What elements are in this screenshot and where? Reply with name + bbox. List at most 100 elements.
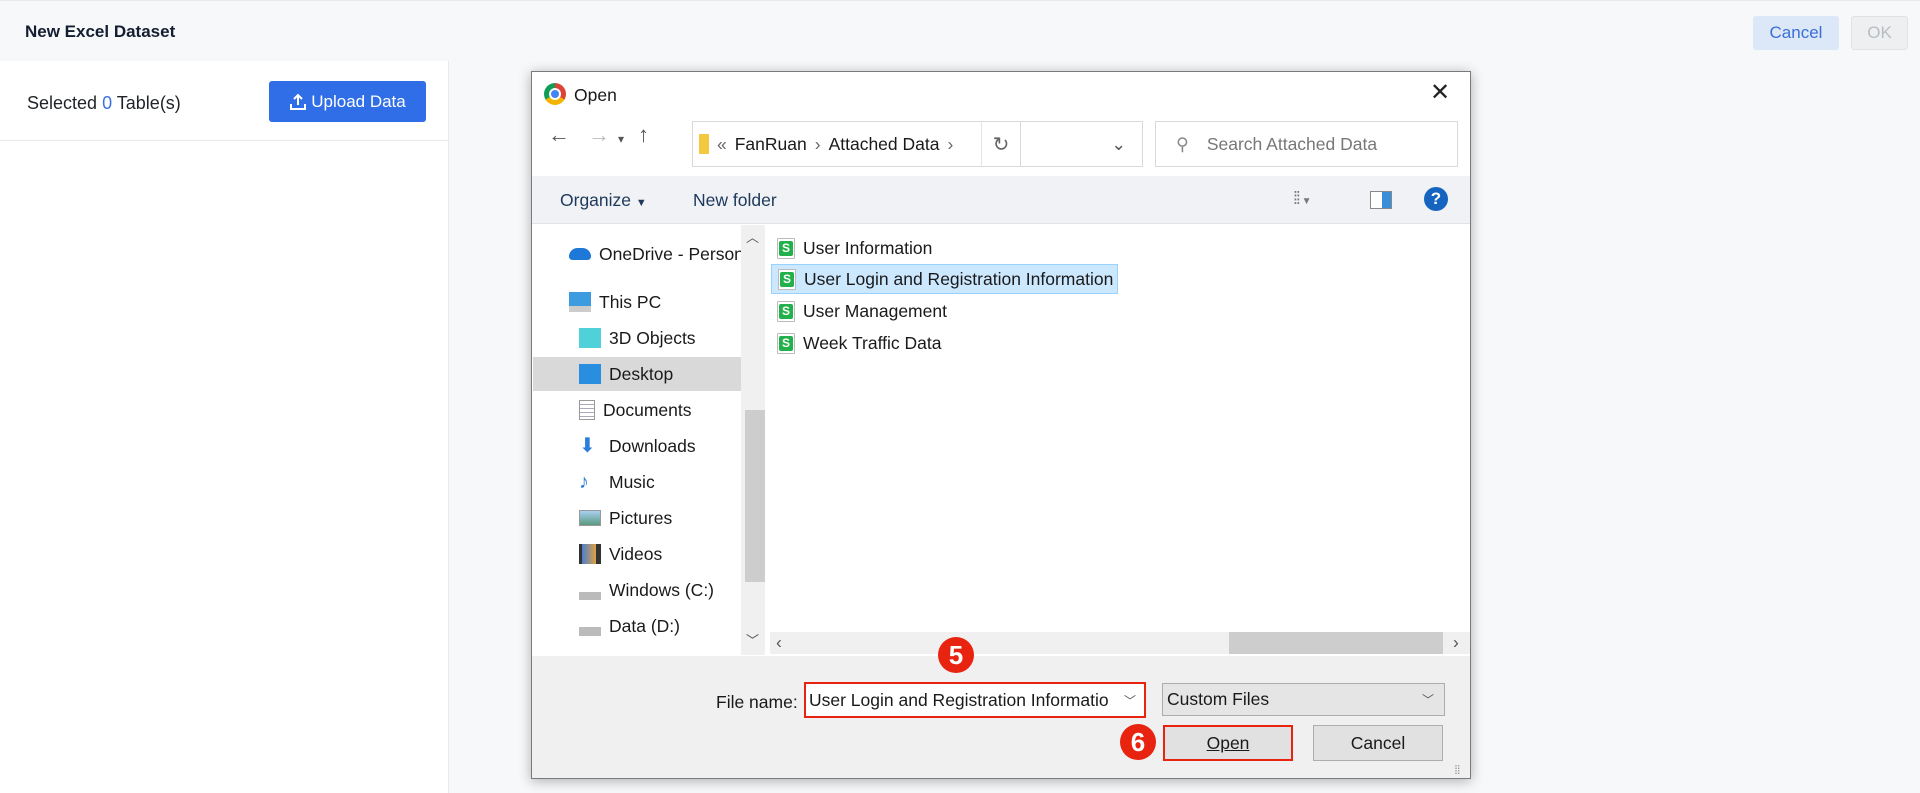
- recent-dropdown-icon[interactable]: ▾: [618, 132, 624, 146]
- resize-grip-icon[interactable]: ⣿: [1454, 764, 1461, 775]
- nav-label: Data (D:): [609, 615, 680, 636]
- preview-pane-icon[interactable]: [1370, 191, 1392, 209]
- step-5-badge: 5: [938, 637, 974, 673]
- nav-label: Videos: [609, 543, 663, 564]
- drive-d-icon: [579, 616, 601, 636]
- organize-label: Organize: [560, 190, 632, 210]
- file-item-selected[interactable]: User Login and Registration Information: [771, 264, 1119, 294]
- file-name: User Information: [803, 237, 933, 258]
- onedrive-icon: [569, 248, 591, 260]
- navigation-pane: OneDrive - Person This PC 3D Objects Des…: [533, 225, 741, 655]
- file-name: User Login and Registration Information: [804, 268, 1114, 289]
- nav-item-music[interactable]: ♪ Music: [533, 465, 741, 499]
- help-icon[interactable]: ?: [1424, 187, 1448, 211]
- selected-prefix: Selected: [27, 93, 98, 113]
- organize-button[interactable]: Organize ▼: [560, 190, 647, 211]
- open-button[interactable]: Open: [1163, 725, 1293, 761]
- close-icon[interactable]: ✕: [1430, 78, 1450, 107]
- new-folder-button[interactable]: New folder: [693, 190, 777, 211]
- open-label: Open: [1206, 732, 1250, 753]
- pc-icon: [569, 292, 591, 312]
- breadcrumb-attached-data[interactable]: Attached Data: [829, 134, 940, 155]
- search-input[interactable]: ⚲ Search Attached Data: [1155, 121, 1458, 167]
- chevron-down-icon: ﹀: [1421, 693, 1434, 707]
- downloads-icon: ⬇: [579, 435, 596, 457]
- spreadsheet-file-icon: [777, 332, 795, 354]
- page-header: New Excel Dataset Cancel OK: [0, 0, 1920, 61]
- spreadsheet-file-icon: [777, 300, 795, 322]
- scroll-left-icon[interactable]: ‹: [776, 632, 782, 653]
- videos-icon: [579, 544, 601, 564]
- spreadsheet-file-icon: [778, 268, 796, 290]
- dialog-cancel-button[interactable]: Cancel: [1313, 725, 1443, 761]
- scroll-up-icon[interactable]: ︿: [746, 227, 759, 246]
- selected-count: 0: [102, 93, 113, 113]
- chevron-down-icon[interactable]: ⌄: [1111, 134, 1126, 155]
- address-bar[interactable]: « FanRuan › Attached Data › ⌄: [692, 121, 1143, 167]
- music-icon: ♪: [579, 471, 589, 493]
- nav-label: Windows (C:): [609, 579, 715, 600]
- up-icon[interactable]: ↑: [638, 122, 649, 148]
- breadcrumb-fanruan[interactable]: FanRuan: [735, 134, 807, 155]
- file-item[interactable]: User Management: [771, 296, 951, 326]
- file-type-select[interactable]: Custom Files ﹀: [1162, 683, 1445, 716]
- chrome-icon: [544, 83, 566, 105]
- refresh-icon[interactable]: ↻: [981, 121, 1021, 167]
- chevron-right-icon: ›: [947, 133, 954, 154]
- scroll-right-icon[interactable]: ›: [1453, 632, 1459, 653]
- file-name-input[interactable]: User Login and Registration Informatio ﹀: [804, 682, 1146, 718]
- nav-item-data-d[interactable]: Data (D:): [533, 609, 741, 643]
- nav-label: Pictures: [609, 507, 673, 528]
- file-name: User Management: [803, 300, 947, 321]
- search-placeholder: Search Attached Data: [1206, 133, 1378, 154]
- nav-item-desktop[interactable]: Desktop: [533, 357, 741, 391]
- spreadsheet-file-icon: [777, 237, 795, 259]
- nav-scrollbar-thumb[interactable]: [745, 410, 765, 582]
- page-title: New Excel Dataset: [25, 22, 176, 41]
- cancel-button[interactable]: Cancel: [1753, 16, 1839, 50]
- chevron-right-icon: ›: [814, 133, 821, 154]
- hscrollbar-thumb[interactable]: [1229, 632, 1443, 654]
- file-item[interactable]: User Information: [771, 233, 936, 263]
- nav-item-this-pc[interactable]: This PC: [533, 285, 741, 319]
- dialog-title: Open: [574, 85, 617, 105]
- nav-item-downloads[interactable]: ⬇ Downloads: [533, 429, 741, 463]
- upload-icon: [290, 93, 307, 110]
- nav-label: Documents: [603, 399, 692, 420]
- step-6-badge: 6: [1120, 724, 1156, 760]
- search-icon: ⚲: [1176, 133, 1189, 154]
- caret-down-icon: ▼: [635, 197, 647, 209]
- back-icon[interactable]: ←: [548, 122, 570, 148]
- view-options-icon[interactable]: ⁞⁞ ▼: [1293, 188, 1311, 209]
- open-file-dialog: Open ✕ ← → ▾ ↑ « FanRuan › Attached Data…: [531, 71, 1471, 779]
- chevron-down-icon[interactable]: ﹀: [1124, 692, 1136, 709]
- drive-c-icon: [579, 580, 601, 600]
- cancel-label: Cancel: [1350, 732, 1406, 753]
- nav-item-3d-objects[interactable]: 3D Objects: [533, 321, 741, 355]
- nav-label: OneDrive - Person: [599, 243, 741, 264]
- selected-tables-count: Selected 0 Table(s): [27, 93, 181, 114]
- file-type-value: Custom Files: [1167, 689, 1270, 709]
- desktop-icon: [579, 364, 601, 384]
- file-list: User Information User Login and Registra…: [770, 225, 1470, 630]
- file-name-value: User Login and Registration Informatio: [809, 689, 1109, 710]
- file-name-label: File name:: [716, 692, 798, 712]
- upload-data-button[interactable]: Upload Data: [269, 81, 426, 122]
- file-item[interactable]: Week Traffic Data: [771, 328, 945, 358]
- nav-label: Music: [609, 471, 655, 492]
- breadcrumb-overflow[interactable]: «: [717, 134, 727, 155]
- nav-item-pictures[interactable]: Pictures: [533, 501, 741, 535]
- upload-label: Upload Data: [311, 91, 406, 111]
- nav-item-videos[interactable]: Videos: [533, 537, 741, 571]
- file-name: Week Traffic Data: [803, 332, 942, 353]
- scroll-down-icon[interactable]: ﹀: [746, 630, 759, 649]
- 3d-objects-icon: [579, 328, 601, 348]
- documents-icon: [579, 400, 595, 420]
- forward-icon[interactable]: →: [588, 122, 610, 148]
- nav-item-onedrive[interactable]: OneDrive - Person: [533, 237, 741, 271]
- ok-button[interactable]: OK: [1851, 16, 1908, 50]
- left-panel: [0, 61, 449, 793]
- dialog-footer: File name: User Login and Registration I…: [532, 656, 1470, 778]
- nav-item-windows-c[interactable]: Windows (C:): [533, 573, 741, 607]
- nav-item-documents[interactable]: Documents: [533, 393, 741, 427]
